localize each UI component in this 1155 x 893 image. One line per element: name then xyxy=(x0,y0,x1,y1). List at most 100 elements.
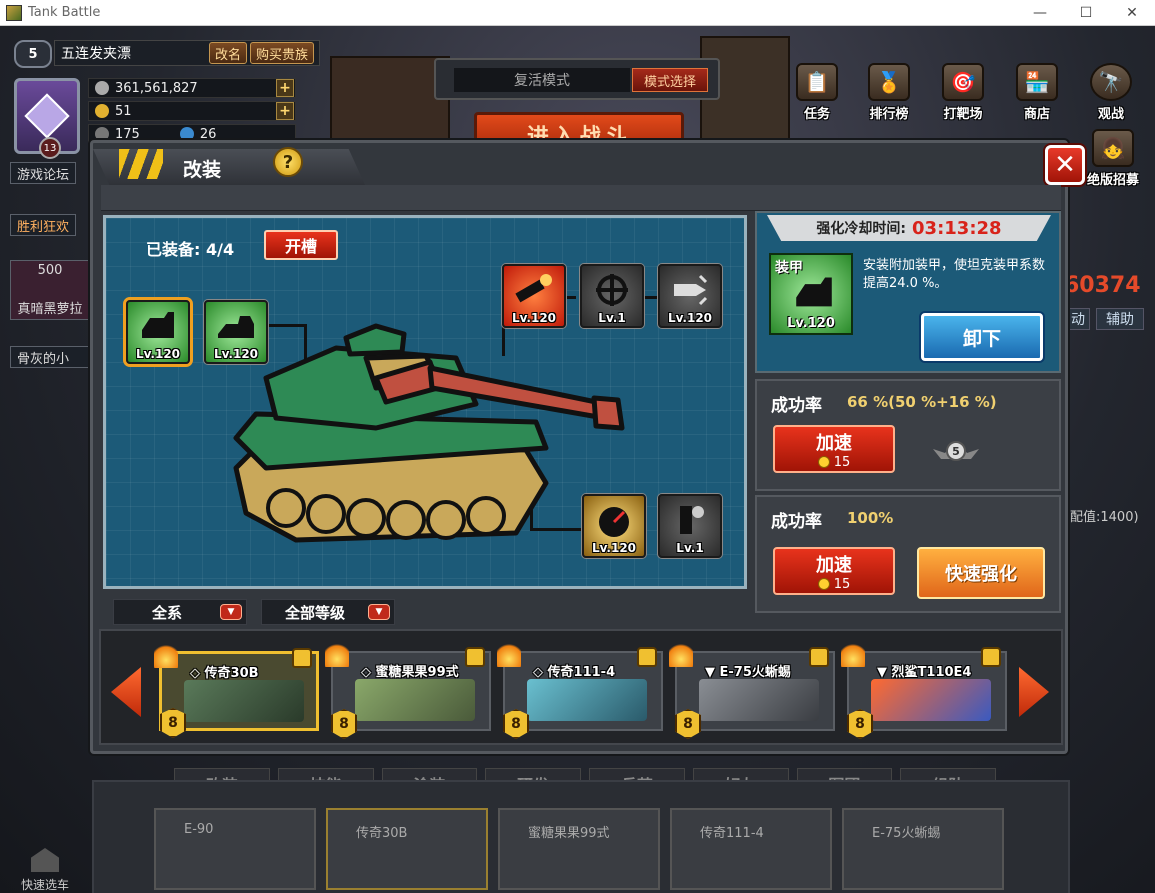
player-level-badge: 5 xyxy=(14,40,52,68)
open-slot-button[interactable]: 开槽 xyxy=(264,230,338,260)
flame-icon xyxy=(325,641,349,667)
armor-slot-1[interactable]: Lv.120 xyxy=(126,300,190,364)
silver-coin-icon xyxy=(95,81,109,95)
dialog-subbar xyxy=(101,185,1061,211)
gold-coin-icon xyxy=(95,104,109,118)
armor-icon xyxy=(142,312,174,338)
shell-slot[interactable]: Lv.120 xyxy=(658,264,722,328)
maximize-button[interactable]: ☐ xyxy=(1063,0,1109,26)
bottom-tank-card[interactable]: 蜜糖果果99式 xyxy=(498,808,660,890)
add-silver-button[interactable]: + xyxy=(276,79,294,97)
speed-up-label: 加速 xyxy=(816,432,852,454)
tank-card[interactable]: ◇ 传奇111-4 8 xyxy=(497,641,663,739)
avatar[interactable]: 13 xyxy=(14,78,80,159)
rank-badge: 13 xyxy=(39,137,61,159)
speed-up-button[interactable]: 加速 15 xyxy=(773,547,895,595)
add-gold-button[interactable]: + xyxy=(276,102,294,120)
garage-icon xyxy=(31,848,59,872)
silver-row: 361,561,827 xyxy=(88,78,296,98)
silver-value: 361,561,827 xyxy=(115,80,198,96)
bottom-tank-name: E-75火蜥蜴 xyxy=(872,826,941,841)
help-button[interactable]: ? xyxy=(273,147,303,177)
bottom-tank-card[interactable]: 传奇111-4 xyxy=(670,808,832,890)
speedometer-icon xyxy=(599,507,629,537)
close-dialog-button[interactable]: ✕ xyxy=(1045,145,1085,185)
bottom-tank-card[interactable]: E-75火蜥蜴 xyxy=(842,808,1004,890)
diamond-icon xyxy=(179,127,194,141)
tank-card[interactable]: ▼ E-75火蜥蜴 8 xyxy=(669,641,835,739)
unequip-button[interactable]: 卸下 xyxy=(921,313,1043,361)
task-label: 任务 xyxy=(803,107,830,122)
current-mode: 复活模式 xyxy=(454,68,630,92)
lock-icon xyxy=(981,647,1001,667)
flame-icon xyxy=(841,641,865,667)
armor-icon xyxy=(218,316,254,338)
gold-row: 51 xyxy=(88,101,296,121)
crosshair-slot[interactable]: Lv.1 xyxy=(580,264,644,328)
level-filter[interactable]: 全部等级 ▼ xyxy=(261,599,395,625)
rename-button[interactable]: 改名 xyxy=(209,42,248,64)
ash-label[interactable]: 骨灰的小 xyxy=(10,346,90,368)
header-stripes xyxy=(119,149,163,179)
mode-select-button[interactable]: 模式选择 xyxy=(632,68,708,92)
player-name-box: 五连发夹漂 改名 购买贵族 xyxy=(54,40,320,66)
nation-filter[interactable]: 全系 ▼ xyxy=(113,599,247,625)
vip-level: 5 xyxy=(952,445,960,458)
bottom-tank-card[interactable]: 传奇30B xyxy=(326,808,488,890)
part-info-panel: 强化冷却时间: 03:13:28 装甲 Lv.120 安装附加装甲，使坦克装甲系… xyxy=(755,211,1061,373)
armor-slot-2[interactable]: Lv.120 xyxy=(204,300,268,364)
enhance-section-2: 成功率 100% 加速 15 快速强化 xyxy=(755,495,1061,613)
spectate-icon: 🔭 xyxy=(1090,63,1132,101)
speed-up-button[interactable]: 加速 15 xyxy=(773,425,895,473)
event-card[interactable]: 500 真暗黑萝拉 xyxy=(10,260,90,320)
equipped-count: 4/4 xyxy=(205,240,235,259)
selected-part-level: Lv.120 xyxy=(787,316,835,331)
right-tab-a[interactable]: 动 xyxy=(1066,308,1090,330)
close-window-button[interactable]: ✕ xyxy=(1109,0,1155,26)
tank-card[interactable]: ▼ 烈鲨T110E4 8 xyxy=(841,641,1007,739)
success-rate-value: 100% xyxy=(847,509,894,527)
equipped-text: 已装备: xyxy=(146,240,201,259)
tank-card[interactable]: ◇ 蜜糖果果99式 8 xyxy=(325,641,491,739)
slot-level: Lv.120 xyxy=(667,311,713,325)
exhaust-icon xyxy=(680,506,704,534)
tank-thumbnail xyxy=(699,679,819,721)
spectate-button[interactable]: 🔭 观战 xyxy=(1082,60,1140,122)
modify-dialog: 改装 ? ✕ 已装备: 4/4 开槽 Lv.120 Lv.120 Lv.120 … xyxy=(90,140,1085,754)
quick-select-button[interactable]: 快速选车 xyxy=(14,848,76,893)
ranking-button[interactable]: 🏅 排行榜 xyxy=(860,60,918,122)
success-rate-label: 成功率 xyxy=(771,512,822,532)
quick-enhance-button[interactable]: 快速强化 xyxy=(917,547,1045,599)
tank-name: ▼ 烈鲨T110E4 xyxy=(877,665,972,680)
gun-barrel-slot[interactable]: Lv.120 xyxy=(502,264,566,328)
shell-icon xyxy=(674,274,708,306)
player-name: 五连发夹漂 xyxy=(61,46,131,62)
slot-level: Lv.120 xyxy=(511,311,557,325)
cooldown-bar: 强化冷却时间: 03:13:28 xyxy=(767,215,1051,241)
buy-noble-button[interactable]: 购买贵族 xyxy=(250,42,315,64)
slot-level: Lv.1 xyxy=(676,541,704,555)
bottom-tank-card[interactable]: E-90 xyxy=(154,808,316,890)
task-icon: 📋 xyxy=(796,63,838,101)
chevron-down-icon: ▼ xyxy=(220,604,242,620)
slot-level: Lv.120 xyxy=(591,541,637,555)
tank-card[interactable]: ◇ 传奇30B 8 xyxy=(154,642,319,738)
recruit-icon: 👧 xyxy=(1092,129,1134,167)
right-tab-b[interactable]: 辅助 xyxy=(1096,308,1144,330)
speed-up-label: 加速 xyxy=(816,554,852,576)
lock-icon xyxy=(292,648,312,668)
recruit-button[interactable]: 👧 绝版招募 xyxy=(1084,126,1142,188)
task-button[interactable]: 📋 任务 xyxy=(788,60,846,122)
victory-event-button[interactable]: 胜利狂欢 xyxy=(10,214,77,236)
shop-button[interactable]: 🏪 商店 xyxy=(1008,60,1066,122)
gold-coin-icon xyxy=(817,578,830,590)
event-value: 500 xyxy=(37,263,63,278)
speedometer-slot[interactable]: Lv.120 xyxy=(582,494,646,558)
target-range-button[interactable]: 🎯 打靶场 xyxy=(934,60,992,122)
app-icon xyxy=(6,4,22,21)
minimize-button[interactable]: — xyxy=(1017,0,1063,26)
cooldown-label: 强化冷却时间: xyxy=(816,221,907,237)
exhaust-slot[interactable]: Lv.1 xyxy=(658,494,722,558)
forum-button[interactable]: 游戏论坛 xyxy=(10,162,77,184)
bottom-tank-name: 传奇30B xyxy=(356,826,408,841)
